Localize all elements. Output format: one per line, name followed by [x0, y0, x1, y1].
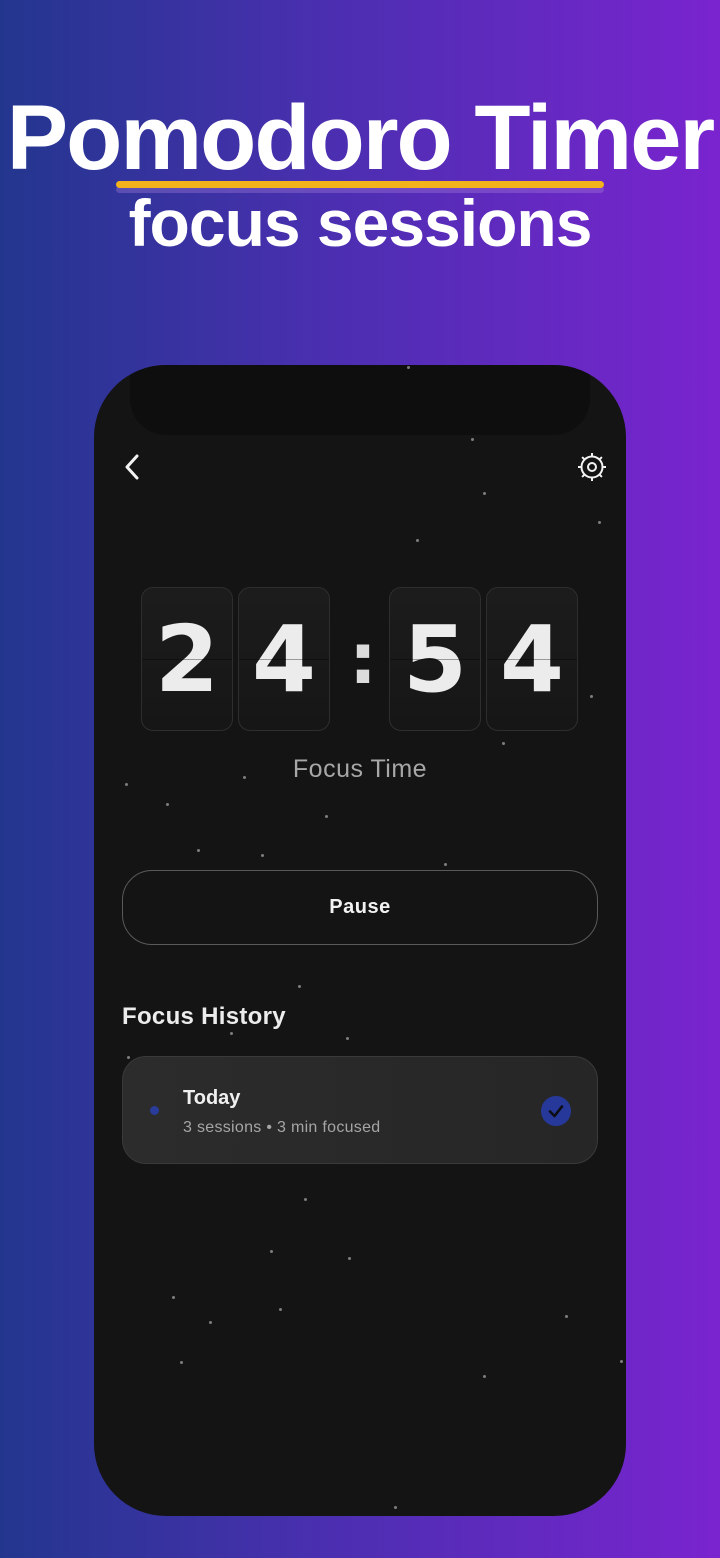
history-list-item[interactable]: Today 3 sessions • 3 min focused [122, 1056, 598, 1164]
headline-title: Pomodoro Timer [6, 87, 715, 189]
settings-button[interactable] [574, 449, 610, 485]
headline-subtitle: focus sessions [128, 186, 593, 260]
star [172, 1296, 175, 1299]
headline-underline [116, 181, 604, 188]
history-day: Today [183, 1087, 241, 1109]
star [325, 815, 328, 818]
history-sessions: 3 sessions [183, 1119, 262, 1136]
focus-history-title: Focus History [122, 1003, 286, 1030]
star [590, 695, 593, 698]
timer-separator: : [349, 618, 377, 700]
headline: Pomodoro Timer focus sessions [0, 88, 720, 258]
completed-badge [541, 1096, 571, 1126]
history-detail: 3 sessions • 3 min focused [183, 1119, 381, 1137]
timer-digit-seconds-ones: 4 [486, 587, 578, 731]
star [483, 1375, 486, 1378]
star [416, 539, 419, 542]
back-button[interactable] [118, 449, 146, 485]
timer-digit-minutes-tens: 2 [141, 587, 233, 731]
timer-digit-minutes-ones: 4 [238, 587, 330, 731]
star [209, 1321, 212, 1324]
timer-digit-seconds-tens: 5 [389, 587, 481, 731]
star [394, 1506, 397, 1509]
history-detail-separator: • [266, 1119, 273, 1136]
star [620, 1360, 623, 1363]
star [304, 1198, 307, 1201]
phone-notch [130, 365, 590, 435]
star [298, 985, 301, 988]
checkmark-icon [548, 1105, 564, 1118]
history-status-dot [150, 1106, 159, 1115]
star [407, 366, 410, 369]
phone-screen: 2 4 : 5 4 Focus Time Pause Focus History… [94, 365, 626, 1516]
star [270, 1250, 273, 1253]
history-focused: 3 min focused [277, 1119, 381, 1136]
gear-icon [578, 453, 606, 481]
star [279, 1308, 282, 1311]
pause-button[interactable]: Pause [122, 870, 598, 945]
timer-mode-label: Focus Time [292, 755, 428, 783]
star [348, 1257, 351, 1260]
star [230, 1032, 233, 1035]
star [180, 1361, 183, 1364]
star [197, 849, 200, 852]
star [166, 803, 169, 806]
star [483, 492, 486, 495]
star [598, 521, 601, 524]
chevron-left-icon [125, 454, 139, 480]
star [127, 1056, 130, 1059]
star [502, 742, 505, 745]
countdown-timer: 2 4 : 5 4 [141, 587, 579, 731]
star [565, 1315, 568, 1318]
star [471, 438, 474, 441]
star [444, 863, 447, 866]
star [261, 854, 264, 857]
star [346, 1037, 349, 1040]
